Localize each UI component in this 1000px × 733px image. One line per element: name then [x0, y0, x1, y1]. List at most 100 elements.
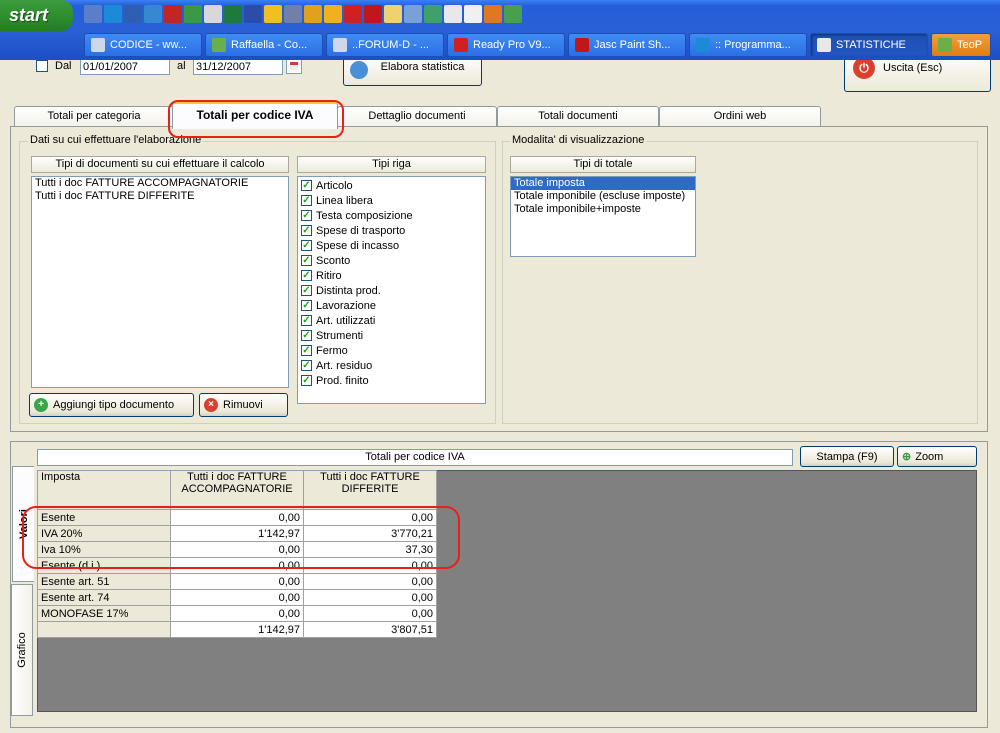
checklist-item[interactable]: ✓ Spese di incasso	[298, 238, 485, 253]
checklist-item[interactable]: ✓ Strumenti	[298, 328, 485, 343]
taskbar-button[interactable]: CODICE - ww...	[84, 33, 202, 57]
total-value[interactable]: 1'142,97	[170, 621, 304, 638]
list-item[interactable]: Totale imposta	[511, 177, 695, 190]
ie2-icon[interactable]	[144, 5, 162, 23]
checklist-item[interactable]: ✓ Spese di trasporto	[298, 223, 485, 238]
list-item[interactable]: Tutti i doc FATTURE ACCOMPAGNATORIE	[32, 177, 288, 190]
outlook-icon[interactable]	[124, 5, 142, 23]
al-date-input[interactable]: 31/12/2007	[193, 60, 283, 75]
list-item[interactable]: Totale imponibile (escluse imposte)	[511, 190, 695, 203]
acrobat-icon[interactable]	[164, 5, 182, 23]
pen-icon[interactable]	[464, 5, 482, 23]
totals-row[interactable]: 1'142,97 3'807,51	[37, 621, 437, 638]
taskbar-button[interactable]: TeoP	[931, 33, 991, 57]
taskbar-button[interactable]: STATISTICHE	[810, 33, 928, 57]
checklist-item[interactable]: ✓ Ritiro	[298, 268, 485, 283]
stampa-button[interactable]: Stampa (F9)	[800, 446, 894, 467]
table-row[interactable]: Esente art. 51 0,00 0,00	[37, 573, 437, 590]
aggiungi-label: Aggiungi tipo documento	[53, 399, 175, 411]
checklist-item[interactable]: ✓ Articolo	[298, 178, 485, 193]
checkbox[interactable]: ✓	[301, 240, 312, 251]
taskbar-button[interactable]: :: Programma...	[689, 33, 807, 57]
checkbox[interactable]: ✓	[301, 345, 312, 356]
refresh-icon[interactable]	[424, 5, 442, 23]
strawberry-icon[interactable]	[344, 5, 362, 23]
ie-icon[interactable]	[104, 5, 122, 23]
taskbar-button-label: STATISTICHE	[836, 39, 906, 51]
checkbox[interactable]: ✓	[301, 285, 312, 296]
taskbar-button[interactable]: Jasc Paint Sh...	[568, 33, 686, 57]
checkbox[interactable]: ✓	[301, 195, 312, 206]
globe-icon[interactable]	[504, 5, 522, 23]
media-icon[interactable]	[84, 5, 102, 23]
taskbar-button[interactable]: ..FORUM-D - ...	[326, 33, 444, 57]
tab-dettaglio-documenti[interactable]: Dettaglio documenti	[337, 106, 497, 127]
column-header-differite[interactable]: Tutti i doc FATTURE DIFFERITE	[303, 470, 437, 510]
checkbox[interactable]: ✓	[301, 180, 312, 191]
period-checkbox[interactable]	[36, 60, 48, 72]
checklist-item[interactable]: ✓ Distinta prod.	[298, 283, 485, 298]
cell-value[interactable]: 0,00	[303, 573, 437, 590]
uscita-button[interactable]: ⏻ Uscita (Esc)	[844, 60, 991, 92]
checklist-item[interactable]: ✓ Sconto	[298, 253, 485, 268]
tab-grafico[interactable]: Grafico	[11, 584, 33, 716]
total-value[interactable]: 3'807,51	[303, 621, 437, 638]
calc-icon[interactable]	[184, 5, 202, 23]
calendar-icon[interactable]	[286, 60, 302, 74]
table-row[interactable]: MONOFASE 17% 0,00 0,00	[37, 605, 437, 622]
table-row[interactable]: Esente art. 74 0,00 0,00	[37, 589, 437, 606]
column-header-accompagnatorie[interactable]: Tutti i doc FATTURE ACCOMPAGNATORIE	[170, 470, 304, 510]
cell-value[interactable]: 0,00	[170, 605, 304, 622]
checklist-item[interactable]: ✓ Prod. finito	[298, 373, 485, 388]
doc-types-list[interactable]: Tutti i doc FATTURE ACCOMPAGNATORIE Tutti…	[31, 176, 289, 388]
taskbar-button[interactable]: Raffaella - Co...	[205, 33, 323, 57]
checklist-item[interactable]: ✓ Testa composizione	[298, 208, 485, 223]
firefox-icon[interactable]	[484, 5, 502, 23]
elabora-statistica-button[interactable]: Elabora statistica	[343, 60, 482, 86]
network-icon[interactable]	[284, 5, 302, 23]
checklist-item[interactable]: ✓ Art. residuo	[298, 358, 485, 373]
taskbar-button-label: Jasc Paint Sh...	[594, 39, 671, 51]
rimuovi-button[interactable]: × Rimuovi	[199, 393, 288, 417]
aggiungi-tipo-documento-button[interactable]: + Aggiungi tipo documento	[29, 393, 194, 417]
tab-ordini-web[interactable]: Ordini web	[659, 106, 821, 127]
checkbox[interactable]: ✓	[301, 375, 312, 386]
tab-totali-categoria[interactable]: Totali per categoria	[14, 106, 174, 127]
word-icon[interactable]	[244, 5, 262, 23]
excel-icon[interactable]	[224, 5, 242, 23]
play-icon[interactable]	[324, 5, 342, 23]
tool-icon[interactable]	[304, 5, 322, 23]
list-item[interactable]: Tutti i doc FATTURE DIFFERITE	[32, 190, 288, 203]
checkbox[interactable]: ✓	[301, 225, 312, 236]
paint-icon[interactable]	[364, 5, 382, 23]
notepad-icon[interactable]	[204, 5, 222, 23]
tipi-riga-list[interactable]: ✓ Articolo ✓ Linea libera ✓ Testa composizion…	[297, 176, 486, 404]
folder-icon[interactable]	[384, 5, 402, 23]
tipi-totale-list[interactable]: Totale imposta Totale imponibile (escluse…	[510, 176, 696, 257]
checklist-item[interactable]: ✓ Art. utilizzati	[298, 313, 485, 328]
cell-value[interactable]: 0,00	[170, 589, 304, 606]
zoom-button[interactable]: ⊕ Zoom	[897, 446, 977, 467]
checkbox[interactable]: ✓	[301, 330, 312, 341]
checklist-item[interactable]: ✓ Fermo	[298, 343, 485, 358]
checklist-item[interactable]: ✓ Lavorazione	[298, 298, 485, 313]
dal-date-input[interactable]: 01/01/2007	[80, 60, 170, 75]
checkbox[interactable]: ✓	[301, 270, 312, 281]
checkbox[interactable]: ✓	[301, 210, 312, 221]
checklist-item[interactable]: ✓ Linea libera	[298, 193, 485, 208]
cell-value[interactable]: 0,00	[170, 573, 304, 590]
column-header-imposta[interactable]: Imposta	[37, 470, 171, 510]
list-item[interactable]: Totale imponibile+imposte	[511, 203, 695, 216]
tab-totali-documenti[interactable]: Totali documenti	[497, 106, 659, 127]
taskbar-button[interactable]: Ready Pro V9...	[447, 33, 565, 57]
checkbox[interactable]: ✓	[301, 300, 312, 311]
start-button[interactable]: start	[0, 0, 73, 31]
cell-value[interactable]: 0,00	[303, 589, 437, 606]
checkbox[interactable]: ✓	[301, 360, 312, 371]
clock-icon[interactable]	[264, 5, 282, 23]
cell-value[interactable]: 0,00	[303, 605, 437, 622]
checkbox[interactable]: ✓	[301, 315, 312, 326]
doc-icon[interactable]	[444, 5, 462, 23]
checkbox[interactable]: ✓	[301, 255, 312, 266]
app-icon[interactable]	[404, 5, 422, 23]
